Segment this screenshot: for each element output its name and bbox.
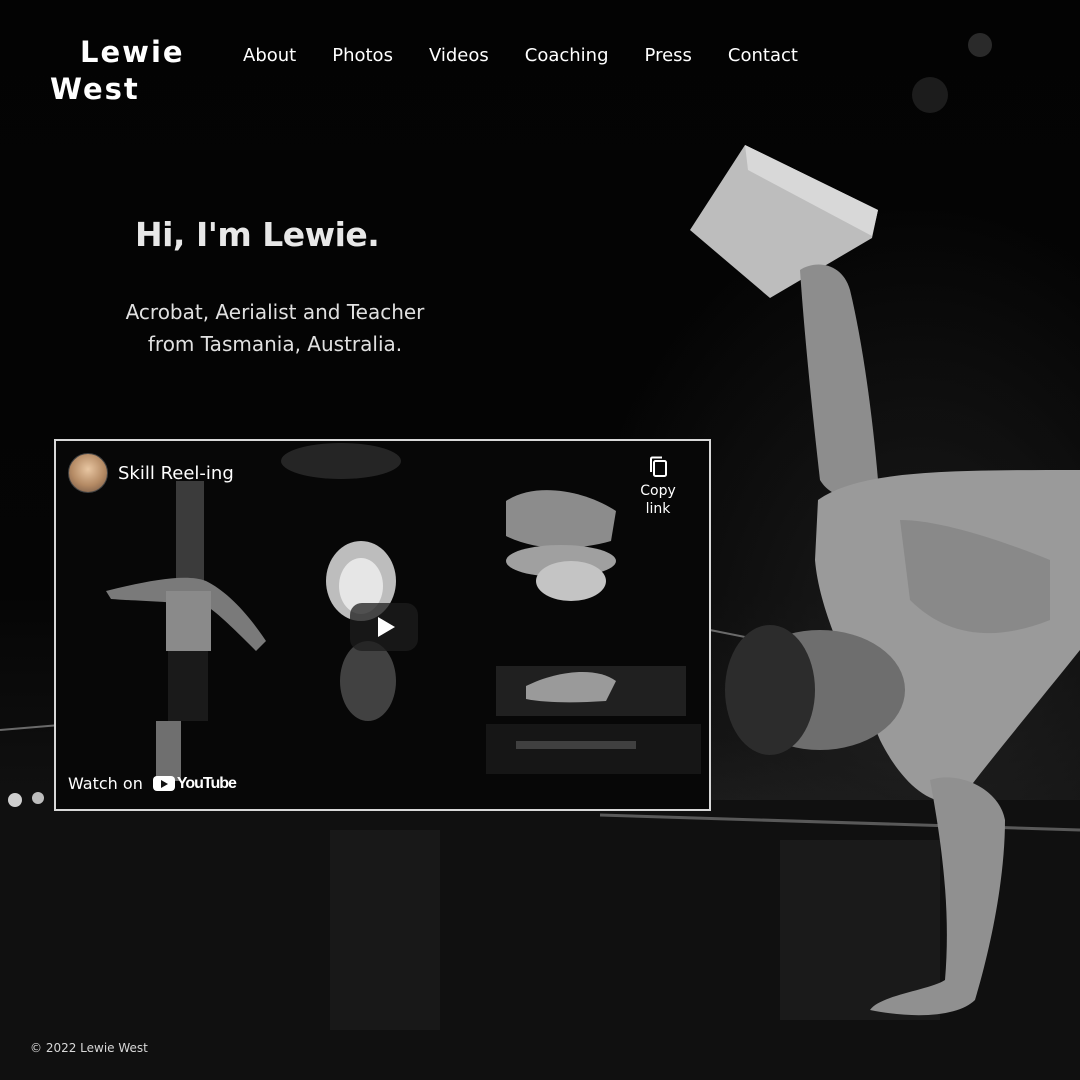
logo-last-name: West xyxy=(50,72,140,106)
youtube-embed[interactable]: Skill Reel-ing Copy link Watch on YouTub… xyxy=(54,439,711,811)
nav-about[interactable]: About xyxy=(243,45,296,67)
play-icon xyxy=(377,617,395,637)
nav-coaching[interactable]: Coaching xyxy=(525,45,609,67)
copy-link-label: Copy link xyxy=(640,483,676,517)
hero-subtitle-line2: from Tasmania, Australia. xyxy=(147,332,403,356)
hero-title: Hi, I'm Lewie. xyxy=(135,215,380,254)
nav-contact[interactable]: Contact xyxy=(728,45,798,67)
watch-on-label: Watch on xyxy=(68,774,143,793)
watch-on-youtube-link[interactable]: Watch on YouTube xyxy=(68,774,237,793)
footer-copyright: © 2022 Lewie West xyxy=(30,1041,148,1055)
youtube-wordmark: YouTube xyxy=(176,774,237,792)
video-title[interactable]: Skill Reel-ing xyxy=(118,463,234,484)
hero-subtitle: Acrobat, Aerialist and Teacher from Tasm… xyxy=(110,296,440,360)
channel-avatar[interactable] xyxy=(68,453,108,493)
nav-photos[interactable]: Photos xyxy=(332,45,393,67)
copy-link-button[interactable]: Copy link xyxy=(627,455,689,518)
main-nav: About Photos Videos Coaching Press Conta… xyxy=(243,45,834,67)
hero-subtitle-line1: Acrobat, Aerialist and Teacher xyxy=(125,300,425,324)
nav-press[interactable]: Press xyxy=(645,45,692,67)
play-button[interactable] xyxy=(350,603,418,651)
video-header: Skill Reel-ing xyxy=(68,453,234,493)
youtube-logo: YouTube xyxy=(152,774,237,793)
nav-videos[interactable]: Videos xyxy=(429,45,489,67)
site-logo[interactable]: Lewie West xyxy=(50,34,190,108)
copy-icon xyxy=(650,456,667,477)
youtube-logo-icon xyxy=(152,776,175,791)
logo-first-name: Lewie xyxy=(80,35,185,69)
